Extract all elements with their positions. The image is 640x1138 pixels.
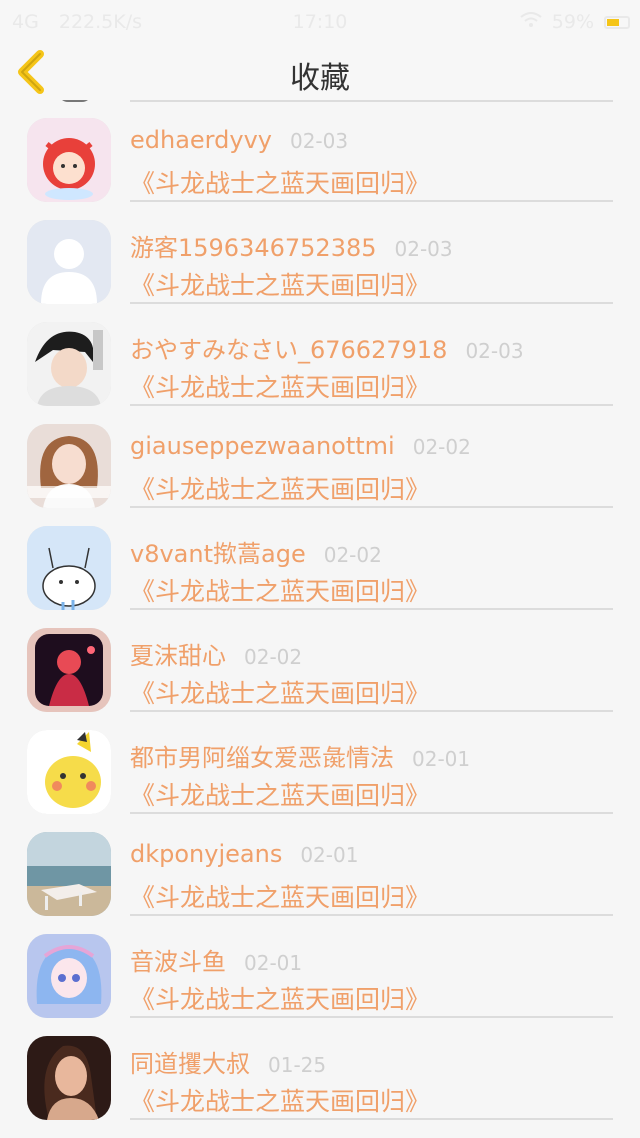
book-title-link[interactable]: 《斗龙战士之蓝天画回归》 [130,1082,430,1118]
username[interactable]: 夏沫甜心 [130,642,226,670]
item-header: 都市男阿缁女爱恶彘情法 02-01 [130,738,470,773]
avatar[interactable] [27,832,111,916]
battery-fill [607,18,619,26]
item-header: 游客1596346752385 02-03 [130,228,453,263]
username[interactable]: 音波斗鱼 [130,948,226,976]
date-label: 02-01 [300,843,359,867]
avatar[interactable] [27,424,111,508]
avatar[interactable] [27,118,111,202]
list-item[interactable]: dkponyjeans 02-01 《斗龙战士之蓝天画回归》 [0,814,640,916]
date-label: 02-03 [289,129,349,153]
avatar[interactable] [27,322,111,406]
book-title-link[interactable]: 《斗龙战士之蓝天画回归》 [130,878,430,914]
list-item[interactable]: 夏沫甜心 02-02 《斗龙战士之蓝天画回归》 [0,610,640,712]
page-title: 收藏 [290,61,350,96]
list-item[interactable]: 都市男阿缁女爱恶彘情法 02-01 《斗龙战士之蓝天画回归》 [0,712,640,814]
item-header: おやすみなさい_676627918 02-03 [130,330,524,365]
book-title-link[interactable]: 《斗龙战士之蓝天画回归》 [130,572,430,608]
username[interactable]: 游客1596346752385 [130,234,377,262]
battery-icon [604,15,630,29]
list-item[interactable]: 音波斗鱼 02-01 《斗龙战士之蓝天画回归》 [0,916,640,1018]
book-title-link[interactable]: 《斗龙战士之蓝天画回归》 [130,776,430,812]
list-item[interactable]: 同道攫大叔 01-25 《斗龙战士之蓝天画回归》 [0,1018,640,1120]
username[interactable]: 都市男阿缁女爱恶彘情法 [130,744,394,772]
username[interactable]: giauseppezwaanottmi [130,432,395,460]
username[interactable]: 同道攫大叔 [130,1050,250,1078]
list-item[interactable]: v8vant揿蒿age 02-02 《斗龙战士之蓝天画回归》 [0,508,640,610]
status-bar: 4G 222.5K/s 17:10 59% [0,0,640,44]
date-label: 02-02 [412,435,471,459]
book-title-link[interactable]: 《斗龙战士之蓝天画回归》 [130,980,430,1016]
date-label: 02-03 [465,339,524,363]
list-item[interactable]: edhaerdyvy 02-03 《斗龙战士之蓝天画回归》 [0,100,640,202]
favorites-list: edhaerdyvy 02-03 《斗龙战士之蓝天画回归》 游客15963467523… [0,100,640,1138]
date-label: 02-01 [412,747,471,771]
item-header: 同道攫大叔 01-25 [130,1044,326,1079]
username[interactable]: v8vant揿蒿age [130,540,306,568]
header-bar: 收藏 [0,44,640,100]
avatar[interactable] [27,220,111,304]
item-header: 夏沫甜心 02-02 [130,636,302,671]
date-label: 02-02 [244,645,303,669]
username[interactable]: edhaerdyvy [130,126,272,154]
item-header: giauseppezwaanottmi 02-02 [130,432,471,460]
battery-percent: 59% [551,11,594,33]
username[interactable]: おやすみなさい_676627918 [130,336,447,364]
avatar[interactable] [27,526,111,610]
book-title-link[interactable]: 《斗龙战士之蓝天画回归》 [130,674,430,710]
avatar[interactable] [27,730,111,814]
book-title-link[interactable]: 《斗龙战士之蓝天画回归》 [130,164,430,200]
date-label: 02-01 [244,951,303,975]
list-item[interactable]: 游客1596346752385 02-03 《斗龙战士之蓝天画回归》 [0,202,640,304]
book-title-link[interactable]: 《斗龙战士之蓝天画回归》 [130,368,430,404]
avatar[interactable] [27,934,111,1018]
list-item[interactable]: giauseppezwaanottmi 02-02 《斗龙战士之蓝天画回归》 [0,406,640,508]
book-title-link[interactable]: 《斗龙战士之蓝天画回归》 [130,470,430,506]
book-title-link[interactable]: 《斗龙战士之蓝天画回归》 [130,266,430,302]
list-item[interactable]: おやすみなさい_676627918 02-03 《斗龙战士之蓝天画回归》 [0,304,640,406]
avatar[interactable] [27,628,111,712]
divider [130,1118,613,1120]
wifi-icon [520,0,542,44]
date-label: 02-03 [394,237,453,261]
avatar[interactable] [27,1036,111,1120]
item-header: 音波斗鱼 02-01 [130,942,302,977]
item-header: dkponyjeans 02-01 [130,840,358,868]
item-header: v8vant揿蒿age 02-02 [130,534,382,569]
item-header: edhaerdyvy 02-03 [130,126,348,154]
username[interactable]: dkponyjeans [130,840,282,868]
date-label: 02-02 [323,543,382,567]
date-label: 01-25 [268,1053,327,1077]
status-right: 59% [520,0,630,44]
